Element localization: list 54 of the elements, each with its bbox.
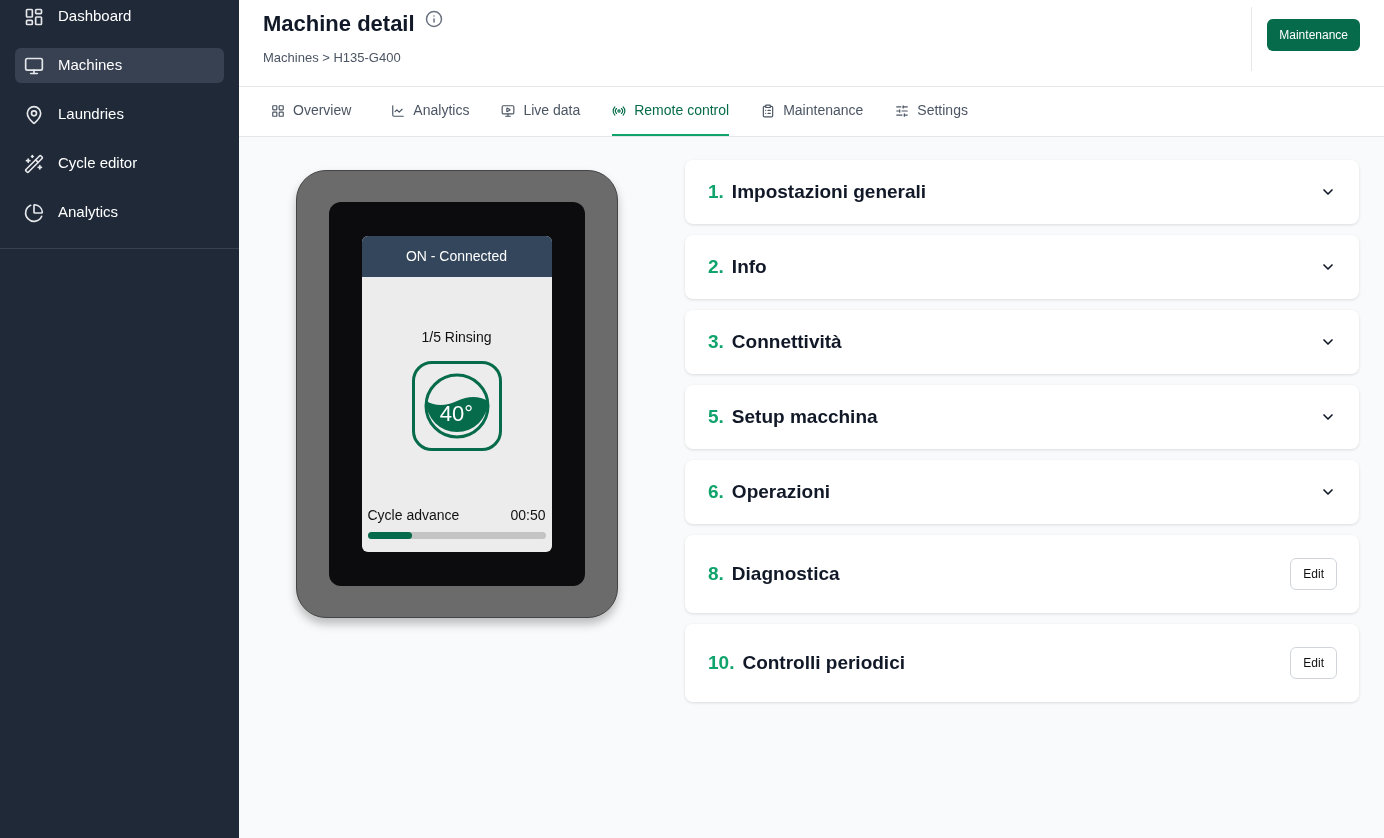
sidebar-item[interactable]: Laundries <box>15 97 224 132</box>
edit-button[interactable]: Edit <box>1290 558 1337 590</box>
section-number: 2. <box>708 254 724 279</box>
section-card[interactable]: 6. Operazioni <box>685 460 1359 524</box>
section-number: 6. <box>708 479 724 504</box>
tab[interactable]: Settings <box>895 87 968 136</box>
section-card[interactable]: 8. Diagnostica Edit <box>685 535 1359 613</box>
water-drum-icon <box>423 373 490 439</box>
edit-button[interactable]: Edit <box>1290 647 1337 679</box>
section-number: 10. <box>708 650 735 675</box>
clipboard-icon <box>761 103 776 118</box>
line-chart-icon <box>391 103 406 118</box>
cycle-step: 1/5 Rinsing <box>361 327 552 348</box>
page-title: Machine detail <box>263 10 415 38</box>
tab[interactable]: Live data <box>501 87 581 136</box>
progress-label: Cycle advance <box>367 506 460 525</box>
sliders-icon <box>895 103 910 118</box>
sidebar-item[interactable]: Analytics <box>15 195 224 230</box>
section-title: Operazioni <box>731 479 831 504</box>
tab[interactable]: Overview <box>271 87 352 136</box>
maintenance-button[interactable]: Maintenance <box>1267 19 1360 51</box>
tab[interactable]: Remote control <box>612 87 730 136</box>
section-card[interactable]: 5. Setup macchina <box>685 385 1359 449</box>
section-title: Controlli periodici <box>742 650 905 675</box>
map-pin-icon <box>24 104 44 125</box>
sidebar-item[interactable]: Dashboard <box>15 0 224 34</box>
section-title: Diagnostica <box>731 561 840 586</box>
pie-chart-icon <box>24 202 44 223</box>
magic-wand-icon <box>24 153 44 174</box>
section-number: 8. <box>708 561 724 586</box>
section-card[interactable]: 3. Connettività <box>685 310 1359 374</box>
temperature: 40° <box>439 399 474 428</box>
section-number: 1. <box>708 179 724 204</box>
section-card[interactable]: 10. Controlli periodici Edit <box>685 624 1359 702</box>
info-icon[interactable] <box>424 10 443 28</box>
section-title: Info <box>731 254 767 279</box>
section-title: Impostazioni generali <box>731 179 927 204</box>
section-number: 3. <box>708 329 724 354</box>
signal-icon <box>612 103 627 118</box>
section-title: Setup macchina <box>731 404 878 429</box>
monitor-icon <box>24 55 44 76</box>
grid-icon <box>271 103 285 118</box>
section-card[interactable]: 1. Impostazioni generali <box>685 160 1359 224</box>
breadcrumb: Machines > H135-G400 <box>263 49 402 67</box>
section-number: 5. <box>708 404 724 429</box>
status-bar: ON - Connected <box>361 236 552 277</box>
tab[interactable]: Maintenance <box>761 87 864 136</box>
tab[interactable]: Analytics <box>391 87 470 136</box>
screen-icon <box>501 103 516 118</box>
section-title: Connettività <box>731 329 842 354</box>
section-card[interactable]: 2. Info <box>685 235 1359 299</box>
remaining-time: 00:50 <box>510 506 546 525</box>
sidebar-item[interactable]: Machines <box>15 48 224 83</box>
sidebar-item[interactable]: Cycle editor <box>15 146 224 181</box>
